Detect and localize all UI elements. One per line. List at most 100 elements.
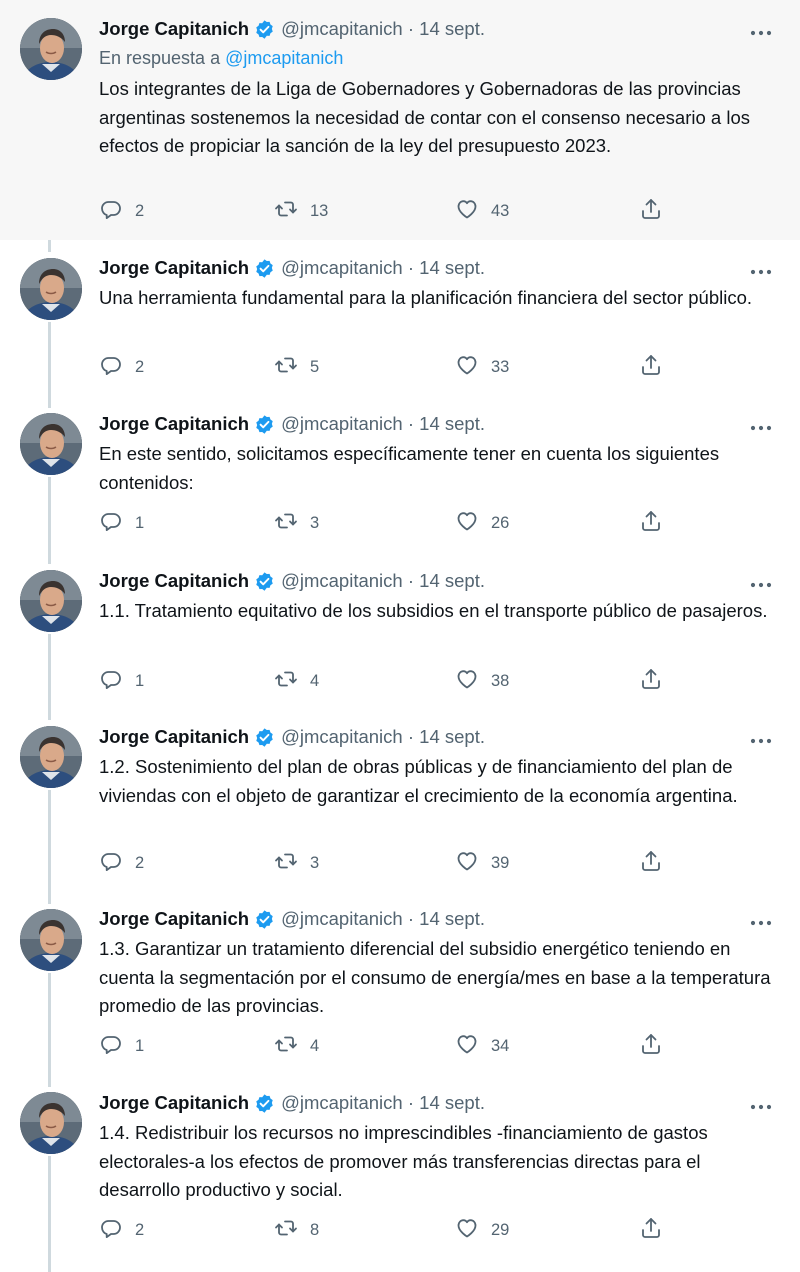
- retweet-icon: [274, 1032, 298, 1061]
- author-name[interactable]: Jorge Capitanich: [99, 908, 249, 930]
- share-button[interactable]: [639, 668, 663, 693]
- like-button[interactable]: 43: [455, 199, 509, 223]
- reply-button[interactable]: 2: [99, 199, 144, 223]
- tweet-date[interactable]: 14 sept.: [419, 570, 485, 592]
- tweet[interactable]: Jorge Capitanich @jmcapitanich · 14 sept…: [0, 396, 800, 552]
- retweet-button[interactable]: 3: [274, 851, 319, 875]
- share-button[interactable]: [639, 1032, 663, 1061]
- more-options-icon[interactable]: [750, 25, 772, 36]
- retweet-count: 5: [310, 357, 320, 376]
- like-icon: [455, 1032, 479, 1061]
- share-icon: [639, 1032, 663, 1061]
- reply-button[interactable]: 1: [99, 669, 144, 693]
- author-name[interactable]: Jorge Capitanich: [99, 570, 249, 592]
- reply-button[interactable]: 2: [99, 851, 144, 875]
- tweet[interactable]: Jorge Capitanich @jmcapitanich · 14 sept…: [0, 1074, 800, 1272]
- tweet-date[interactable]: 14 sept.: [419, 1092, 485, 1114]
- author-handle[interactable]: @jmcapitanich: [281, 413, 403, 435]
- avatar[interactable]: [20, 726, 82, 788]
- author-name[interactable]: Jorge Capitanich: [99, 413, 249, 435]
- like-button[interactable]: 38: [455, 669, 509, 693]
- author-handle[interactable]: @jmcapitanich: [281, 570, 403, 592]
- more-options-icon[interactable]: [750, 1099, 772, 1110]
- author-handle[interactable]: @jmcapitanich: [281, 726, 403, 748]
- reply-mention[interactable]: @jmcapitanich: [225, 48, 343, 68]
- share-icon: [639, 849, 663, 878]
- retweet-button[interactable]: 4: [274, 669, 319, 693]
- separator-dot: ·: [402, 570, 420, 591]
- more-options-icon[interactable]: [750, 733, 772, 744]
- tweet-date[interactable]: 14 sept.: [419, 257, 485, 279]
- more-options-icon[interactable]: [750, 264, 772, 275]
- retweet-icon: [274, 353, 298, 382]
- tweet-date[interactable]: 14 sept.: [419, 18, 485, 40]
- author-handle[interactable]: @jmcapitanich: [281, 908, 403, 930]
- share-button[interactable]: [639, 510, 663, 535]
- more-options-icon[interactable]: [750, 915, 772, 926]
- reply-button[interactable]: 1: [99, 1034, 144, 1058]
- avatar[interactable]: [20, 413, 82, 475]
- tweet-date[interactable]: 14 sept.: [419, 413, 485, 435]
- separator-dot: ·: [402, 1092, 420, 1113]
- retweet-icon: [274, 197, 298, 226]
- tweet-actions: 2 3 39: [99, 849, 699, 878]
- reply-button[interactable]: 2: [99, 355, 144, 379]
- tweet[interactable]: Jorge Capitanich @jmcapitanich · 14 sept…: [0, 552, 800, 708]
- avatar[interactable]: [20, 18, 82, 80]
- more-options-icon[interactable]: [750, 420, 772, 431]
- more-options-icon[interactable]: [750, 577, 772, 588]
- share-button[interactable]: [639, 354, 663, 379]
- tweet-text: Una herramienta fundamental para la plan…: [99, 287, 753, 308]
- reply-button[interactable]: 1: [99, 511, 144, 535]
- reply-count: 2: [135, 1220, 145, 1239]
- tweet-header: Jorge Capitanich @jmcapitanich · 14 sept…: [99, 907, 485, 931]
- share-button[interactable]: [639, 197, 663, 226]
- like-button[interactable]: 39: [455, 851, 509, 875]
- like-button[interactable]: 26: [455, 511, 509, 535]
- tweet[interactable]: Jorge Capitanich @jmcapitanich · 14 sept…: [0, 240, 800, 396]
- tweet-actions: 2 8 29: [99, 1217, 699, 1242]
- author-name[interactable]: Jorge Capitanich: [99, 18, 249, 40]
- author-handle[interactable]: @jmcapitanich: [281, 18, 403, 40]
- author-name[interactable]: Jorge Capitanich: [99, 1092, 249, 1114]
- share-button[interactable]: [639, 849, 663, 878]
- retweet-button[interactable]: 8: [274, 1218, 319, 1242]
- retweet-button[interactable]: 13: [274, 199, 328, 223]
- like-count: 38: [491, 671, 510, 690]
- like-button[interactable]: 34: [455, 1034, 509, 1058]
- author-handle[interactable]: @jmcapitanich: [281, 257, 403, 279]
- reply-button[interactable]: 2: [99, 1218, 144, 1242]
- avatar[interactable]: [20, 1092, 82, 1154]
- tweet-date[interactable]: 14 sept.: [419, 726, 485, 748]
- retweet-button[interactable]: 3: [274, 511, 319, 535]
- like-icon: [455, 849, 479, 878]
- avatar[interactable]: [20, 570, 82, 632]
- tweet[interactable]: Jorge Capitanich @jmcapitanich · 14 sept…: [0, 708, 800, 891]
- reply-icon: [99, 849, 123, 878]
- separator-dot: ·: [402, 257, 420, 278]
- author-handle[interactable]: @jmcapitanich: [281, 1092, 403, 1114]
- tweet[interactable]: Jorge Capitanich @jmcapitanich · 14 sept…: [0, 891, 800, 1074]
- reply-icon: [99, 667, 123, 696]
- retweet-button[interactable]: 5: [274, 355, 319, 379]
- reply-context: En respuesta a @jmcapitanich: [99, 48, 343, 69]
- tweet-text: 1.3. Garantizar un tratamiento diferenci…: [99, 938, 771, 1016]
- share-icon: [639, 197, 663, 226]
- retweet-button[interactable]: 4: [274, 1034, 319, 1058]
- tweet-header: Jorge Capitanich @jmcapitanich · 14 sept…: [99, 256, 485, 280]
- like-button[interactable]: 33: [455, 355, 509, 379]
- avatar[interactable]: [20, 258, 82, 320]
- share-button[interactable]: [639, 1217, 663, 1242]
- tweet-header: Jorge Capitanich @jmcapitanich · 14 sept…: [99, 569, 485, 593]
- author-name[interactable]: Jorge Capitanich: [99, 726, 249, 748]
- like-button[interactable]: 29: [455, 1218, 509, 1242]
- tweet-text: En este sentido, solicitamos específicam…: [99, 443, 720, 493]
- retweet-count: 3: [310, 853, 320, 872]
- tweet[interactable]: Jorge Capitanich @jmcapitanich · 14 sept…: [0, 0, 800, 240]
- tweet-text: 1.2. Sostenimiento del plan de obras púb…: [99, 756, 738, 806]
- avatar[interactable]: [20, 909, 82, 971]
- tweet-date[interactable]: 14 sept.: [419, 908, 485, 930]
- author-name[interactable]: Jorge Capitanich: [99, 257, 249, 279]
- like-count: 43: [491, 201, 510, 220]
- reply-count: 1: [135, 1036, 145, 1055]
